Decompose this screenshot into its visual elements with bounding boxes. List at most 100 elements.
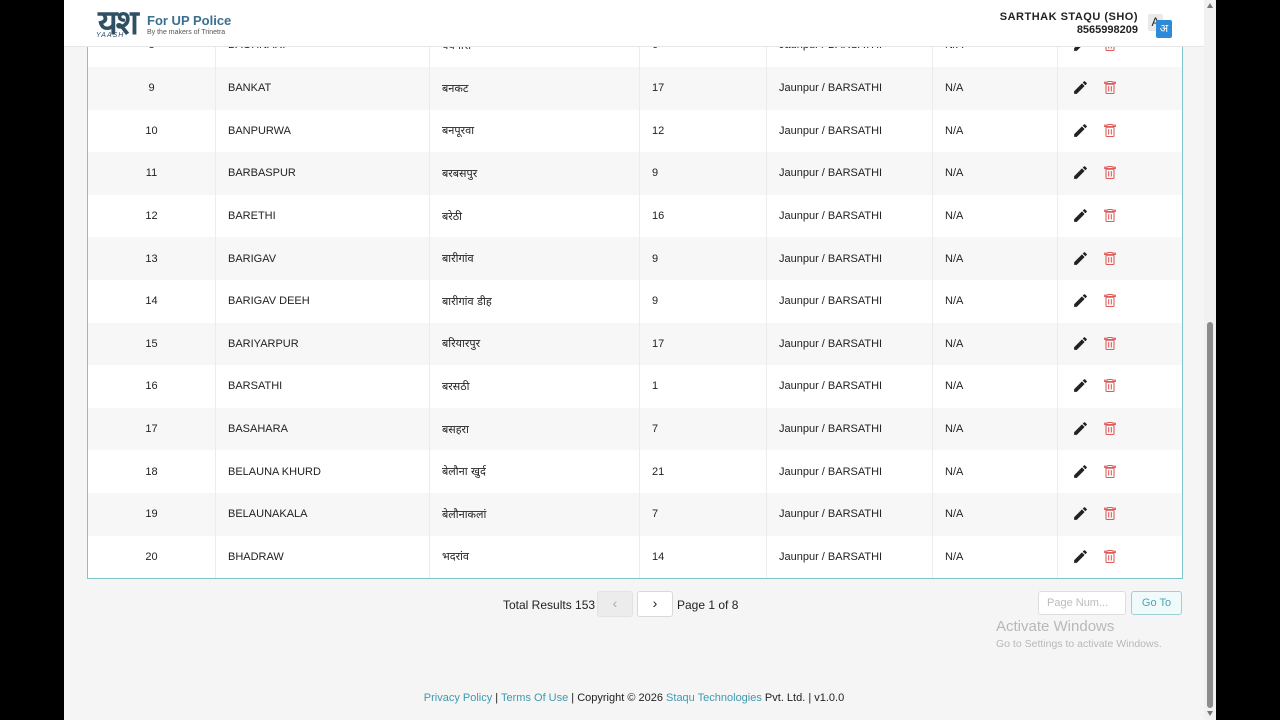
delete-icon[interactable] [1102, 420, 1120, 438]
table-row: 18 BELAUNA KHURD बेलौना खुर्द 21 Jaunpur / B… [88, 450, 1182, 494]
top-header: यश YAASH For UP Police By the makers of … [64, 0, 1204, 47]
cell-village-name-en: BASAHARA [216, 407, 430, 451]
brand-tagline: By the makers of Trinetra [147, 29, 226, 36]
cell-village-name-en: BELAUNAKALA [216, 493, 430, 536]
delete-icon[interactable] [1102, 122, 1120, 140]
cell-location: Jaunpur / BARSATHI [767, 365, 933, 408]
edit-icon[interactable] [1072, 335, 1090, 353]
prev-page-button[interactable]: ‹ [597, 591, 633, 617]
cell-serial: 17 [88, 407, 216, 451]
cell-actions [1058, 450, 1182, 493]
brand-name: For UP Police [147, 13, 232, 28]
edit-icon[interactable] [1072, 505, 1090, 523]
yaash-logo[interactable]: यश YAASH For UP Police By the makers of … [96, 2, 236, 44]
delete-icon[interactable] [1102, 335, 1120, 353]
cell-serial: 13 [88, 237, 216, 280]
privacy-policy-link[interactable]: Privacy Policy [424, 692, 492, 704]
cell-count: 14 [640, 535, 767, 578]
cell-village-name-hi: बरियारपुर [430, 322, 640, 366]
cell-status: N/A [933, 67, 1058, 110]
delete-icon[interactable] [1102, 292, 1120, 310]
delete-icon[interactable] [1102, 79, 1120, 97]
cell-status: N/A [933, 194, 1058, 238]
delete-icon[interactable] [1102, 164, 1120, 182]
cell-actions [1058, 365, 1182, 408]
edit-icon[interactable] [1072, 463, 1090, 481]
page-info: Page 1 of 8 [677, 598, 739, 612]
company-link[interactable]: Staqu Technologies [666, 692, 762, 704]
edit-icon[interactable] [1072, 548, 1090, 566]
total-results: Total Results 153 [503, 598, 596, 612]
edit-icon[interactable] [1072, 292, 1090, 310]
scroll-thumb[interactable] [1207, 322, 1213, 708]
cell-village-name-hi: बारीगांव [430, 237, 640, 280]
scroll-down-icon[interactable] [1207, 711, 1213, 716]
cell-village-name-en: BHADRAW [216, 535, 430, 578]
footer: Privacy Policy | Terms Of Use | Copyrigh… [64, 692, 1204, 704]
cell-location: Jaunpur / BARSATHI [767, 407, 933, 451]
edit-icon[interactable] [1072, 122, 1090, 140]
cell-serial: 16 [88, 365, 216, 408]
edit-icon[interactable] [1072, 377, 1090, 395]
cell-status: N/A [933, 535, 1058, 578]
cell-village-name-en: BARIYARPUR [216, 322, 430, 366]
language-toggle-icon[interactable]: A अ [1148, 14, 1172, 38]
page-num-input[interactable] [1038, 591, 1126, 615]
page-scrollbar[interactable] [1204, 0, 1216, 720]
cell-status: N/A [933, 365, 1058, 408]
watermark-subtitle: Go to Settings to activate Windows. [996, 638, 1162, 650]
cell-count: 17 [640, 322, 767, 366]
goto-button[interactable]: Go To [1131, 591, 1182, 615]
edit-icon[interactable] [1072, 79, 1090, 97]
chevron-right-icon: › [652, 595, 658, 611]
edit-icon[interactable] [1072, 250, 1090, 268]
pagination-bar: Total Results 153 ‹ › Page 1 of 8 Go To [64, 590, 1204, 620]
cell-village-name-en: BELAUNA KHURD [216, 450, 430, 493]
cell-actions [1058, 408, 1182, 451]
table-row: 9 BANKAT बनकट 17 Jaunpur / BARSATHI N/A [88, 67, 1182, 111]
cell-village-name-en: BANKAT [216, 67, 430, 110]
delete-icon[interactable] [1102, 463, 1120, 481]
cell-location: Jaunpur / BARSATHI [767, 237, 933, 280]
villages-table: 8BAGHNARIबघनारी6Jaunpur / BARSATHIN/A9BA… [87, 24, 1183, 579]
table-row: 15 BARIYARPUR बरियारपुर 17 Jaunpur / BARSATH… [88, 322, 1182, 367]
cell-count: 7 [640, 493, 767, 536]
table-row: 13 BARIGAV बारीगांव 9 Jaunpur / BARSATHI N/A [88, 237, 1182, 281]
cell-count: 21 [640, 450, 767, 493]
cell-actions [1058, 195, 1182, 238]
terms-of-use-link[interactable]: Terms Of Use [501, 692, 568, 704]
cell-village-name-hi: भदरांव [430, 535, 640, 578]
delete-icon[interactable] [1102, 207, 1120, 225]
edit-icon[interactable] [1072, 164, 1090, 182]
edit-icon[interactable] [1072, 207, 1090, 225]
delete-icon[interactable] [1102, 377, 1120, 395]
cell-location: Jaunpur / BARSATHI [767, 322, 933, 366]
cell-count: 9 [640, 280, 767, 323]
cell-serial: 14 [88, 280, 216, 323]
next-page-button[interactable]: › [637, 591, 673, 617]
footer-copyright: | Copyright © 2026 [568, 692, 667, 704]
cell-count: 9 [640, 237, 767, 280]
cell-location: Jaunpur / BARSATHI [767, 535, 933, 578]
cell-location: Jaunpur / BARSATHI [767, 493, 933, 536]
cell-status: N/A [933, 493, 1058, 536]
user-phone: 8565998209 [1076, 24, 1138, 36]
cell-serial: 15 [88, 322, 216, 366]
cell-count: 7 [640, 407, 767, 451]
cell-village-name-hi: बेलौना खुर्द [430, 450, 640, 493]
cell-actions [1058, 280, 1182, 323]
user-info[interactable]: SARTHAK STAQU (SHO) 8565998209 [1000, 11, 1138, 36]
delete-icon[interactable] [1102, 548, 1120, 566]
edit-icon[interactable] [1072, 420, 1090, 438]
delete-icon[interactable] [1102, 250, 1120, 268]
cell-location: Jaunpur / BARSATHI [767, 67, 933, 110]
logo-word: YAASH [96, 32, 125, 39]
delete-icon[interactable] [1102, 505, 1120, 523]
cell-serial: 18 [88, 450, 216, 493]
table-row: 20 BHADRAW भदरांव 14 Jaunpur / BARSATHI N/A [88, 535, 1182, 578]
table-row: 14 BARIGAV DEEH बारीगांव डीह 9 Jaunpur / BAR… [88, 280, 1182, 324]
table-row: 10 BANPURWA बनपूरवा 12 Jaunpur / BARSATHI N/A [88, 109, 1182, 154]
lang-hi-glyph: अ [1156, 20, 1172, 38]
cell-count: 12 [640, 109, 767, 153]
scroll-up-icon[interactable] [1207, 3, 1213, 8]
